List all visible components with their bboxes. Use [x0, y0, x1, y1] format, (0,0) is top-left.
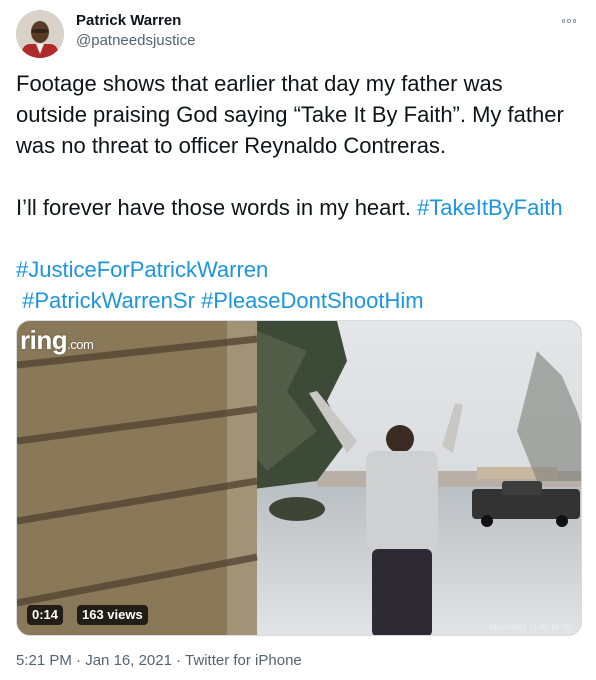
tweet-text-line: outside praising God saying “Take It By … [16, 99, 582, 130]
tweet-text-line: I’ll forever have those words in my hear… [16, 192, 582, 223]
tweet-source-link[interactable]: Twitter for iPhone [185, 652, 302, 669]
tweet-text-line: was no threat to officer Reynaldo Contre… [16, 130, 582, 161]
video-player[interactable]: ring.com 0:14 163 views 01/10/2021 12:03… [16, 320, 582, 636]
video-frame [17, 321, 581, 635]
ring-watermark: ring.com [20, 325, 94, 355]
author-handle[interactable]: @patneedsjustice [76, 32, 195, 49]
author-name[interactable]: Patrick Warren [76, 12, 181, 29]
tweet-text: Footage shows that earlier that day my f… [16, 68, 582, 316]
avatar[interactable] [16, 10, 64, 58]
tweet-header: Patrick Warren @patneedsjustice [16, 10, 580, 58]
tweet-text-line: #JusticeForPatrickWarren [16, 254, 582, 285]
tweet-text-line: #PatrickWarrenSr #PleaseDontShootHim [16, 285, 582, 316]
tweet-text-segment: Footage shows that earlier that day my f… [16, 71, 503, 96]
more-options-icon[interactable] [558, 14, 580, 28]
view-count-badge: 163 views [77, 605, 148, 625]
tweet-text-line: Footage shows that earlier that day my f… [16, 68, 582, 99]
tweet-text-segment: was no threat to officer Reynaldo Contre… [16, 133, 447, 158]
hashtag-link[interactable]: #PleaseDontShootHim [201, 288, 424, 313]
tweet-text-line [16, 161, 582, 192]
video-duration-badge: 0:14 [27, 605, 64, 625]
tweet-text-segment: outside praising God saying “Take It By … [16, 102, 564, 127]
tweet-time[interactable]: 5:21 PM [16, 652, 72, 669]
hashtag-link[interactable]: #JusticeForPatrickWarren [16, 257, 268, 282]
footer-separator: · [71, 652, 86, 669]
hashtag-link[interactable]: #PatrickWarrenSr [22, 288, 195, 313]
footer-separator-2: · [171, 652, 186, 669]
hashtag-link[interactable]: #TakeItByFaith [417, 195, 563, 220]
tweet-text-segment: I’ll forever have those words in my hear… [16, 195, 418, 220]
tweet-text-line [16, 223, 582, 254]
camera-timestamp: 01/10/2021 12:03:03 CST [489, 624, 573, 631]
tweet-date[interactable]: Jan 16, 2021 [85, 652, 172, 669]
tweet-footer: 5:21 PM · Jan 16, 2021 · Twitter for iPh… [16, 652, 302, 669]
